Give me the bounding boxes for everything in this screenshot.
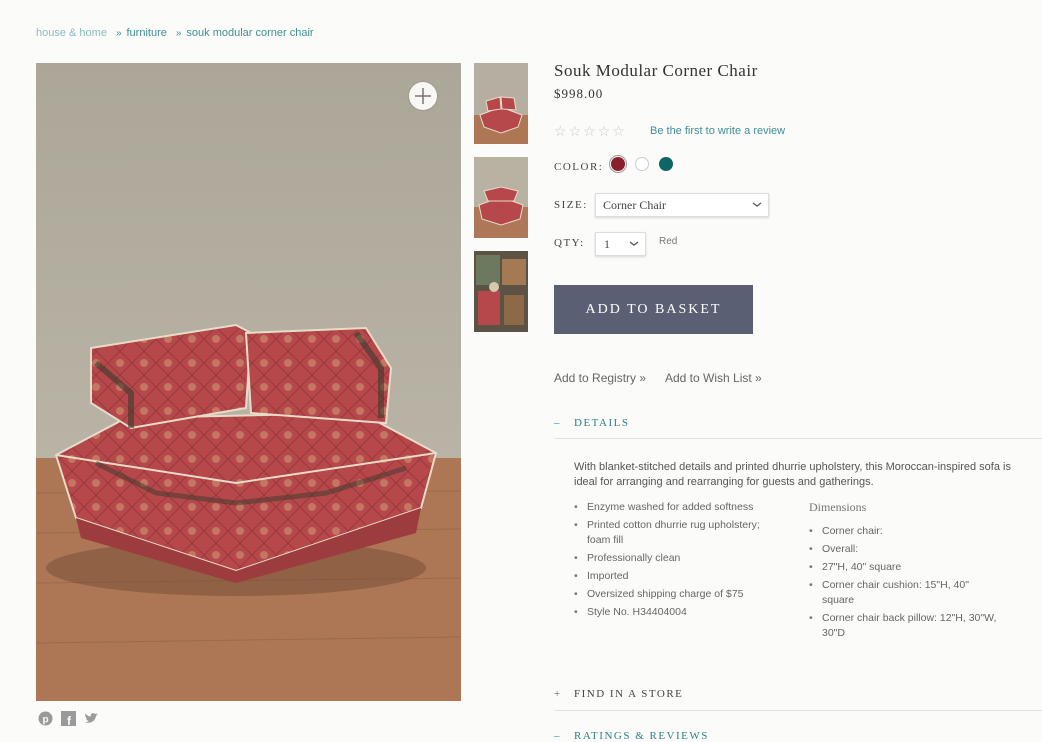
breadcrumb-separator-icon: » xyxy=(115,27,121,39)
list-item: Corner chair back pillow: 12"H, 30"W, 30… xyxy=(809,611,999,641)
size-select-value: Corner Chair xyxy=(603,198,666,212)
list-item: Corner chair cushion: 15"H, 40" square xyxy=(809,578,999,608)
thumbnail-3[interactable] xyxy=(474,251,528,332)
add-to-basket-button[interactable]: ADD TO BASKET xyxy=(554,285,753,334)
breadcrumb-separator-icon: » xyxy=(175,27,181,39)
chevron-down-icon xyxy=(752,198,762,214)
product-price: $998.00 xyxy=(554,86,604,101)
divider xyxy=(554,710,1042,711)
share-icons: p f xyxy=(38,711,99,728)
corner-chair-photo xyxy=(36,63,461,701)
chevron-down-icon xyxy=(629,237,639,253)
product-description: With blanket-stitched details and printe… xyxy=(574,461,1011,488)
rating-stars: ☆ ☆ ☆ ☆ ☆ xyxy=(554,124,625,138)
list-item: Corner chair: xyxy=(809,524,999,539)
divider xyxy=(554,438,1042,439)
thumbnail-chair-image xyxy=(474,157,528,238)
star-icon: ☆ xyxy=(568,123,582,139)
star-icon: ☆ xyxy=(612,123,625,139)
expand-icon: + xyxy=(554,688,562,700)
star-icon: ☆ xyxy=(597,123,611,139)
list-item: Oversized shipping charge of $75 xyxy=(574,587,779,602)
facebook-icon[interactable]: f xyxy=(61,711,76,728)
twitter-icon[interactable] xyxy=(84,711,99,726)
main-product-image[interactable] xyxy=(36,63,461,701)
color-label: COLOR: xyxy=(554,161,604,173)
details-accordion-header[interactable]: – DETAILS xyxy=(554,417,629,429)
zoom-plus-icon xyxy=(415,88,431,104)
add-to-registry-link[interactable]: Add to Registry » xyxy=(554,371,646,385)
collapse-icon: – xyxy=(554,730,561,742)
list-item: Enzyme washed for added softness xyxy=(574,500,779,515)
size-select[interactable]: Corner Chair xyxy=(595,193,769,217)
find-in-store-accordion-header[interactable]: + FIND IN A STORE xyxy=(554,688,683,700)
thumbnail-2[interactable] xyxy=(474,157,528,238)
thumbnail-room-image xyxy=(474,251,528,332)
dimensions-list: Corner chair: Overall: 27"H, 40" square … xyxy=(809,524,999,644)
find-in-store-heading: FIND IN A STORE xyxy=(574,688,684,700)
list-item: Professionally clean xyxy=(574,551,779,566)
breadcrumb-furniture[interactable]: furniture xyxy=(127,27,167,39)
color-swatch-red[interactable] xyxy=(611,157,625,171)
star-icon: ☆ xyxy=(583,123,596,139)
breadcrumb-house-home[interactable]: house & home xyxy=(36,27,107,39)
selected-color-note: Red xyxy=(659,236,678,247)
svg-text:p: p xyxy=(43,715,49,726)
list-item: Overall: xyxy=(809,542,999,557)
list-item: Imported xyxy=(574,569,779,584)
product-title: Souk Modular Corner Chair xyxy=(554,61,758,80)
color-swatch-teal[interactable] xyxy=(659,157,673,171)
qty-label: QTY: xyxy=(554,237,585,249)
dimensions-title: Dimensions xyxy=(809,500,867,514)
thumbnail-chair-image xyxy=(474,63,528,144)
zoom-button[interactable] xyxy=(409,82,437,110)
breadcrumb: house & home » furniture » souk modular … xyxy=(36,27,314,39)
details-heading: DETAILS xyxy=(574,417,630,429)
list-item: Style No. H34404004 xyxy=(574,605,779,620)
qty-select-value: 1 xyxy=(604,237,610,251)
star-icon: ☆ xyxy=(554,123,567,139)
list-item: 27"H, 40" square xyxy=(809,560,999,575)
collapse-icon: – xyxy=(554,417,561,429)
size-label: SIZE: xyxy=(554,199,588,211)
features-list: Enzyme washed for added softness Printed… xyxy=(574,500,779,623)
pinterest-icon[interactable]: p xyxy=(38,711,53,726)
ratings-heading: RATINGS & REVIEWS xyxy=(574,730,709,742)
qty-select[interactable]: 1 xyxy=(595,232,646,256)
color-swatch-white[interactable] xyxy=(635,157,649,171)
write-review-link[interactable]: Be the first to write a review xyxy=(650,125,785,137)
thumbnail-1[interactable] xyxy=(474,63,528,144)
breadcrumb-current-product[interactable]: souk modular corner chair xyxy=(186,27,313,39)
add-to-wishlist-link[interactable]: Add to Wish List » xyxy=(665,371,762,385)
list-item: Printed cotton dhurrie rug upholstery; f… xyxy=(574,518,779,548)
ratings-accordion-header[interactable]: – RATINGS & REVIEWS xyxy=(554,730,709,742)
